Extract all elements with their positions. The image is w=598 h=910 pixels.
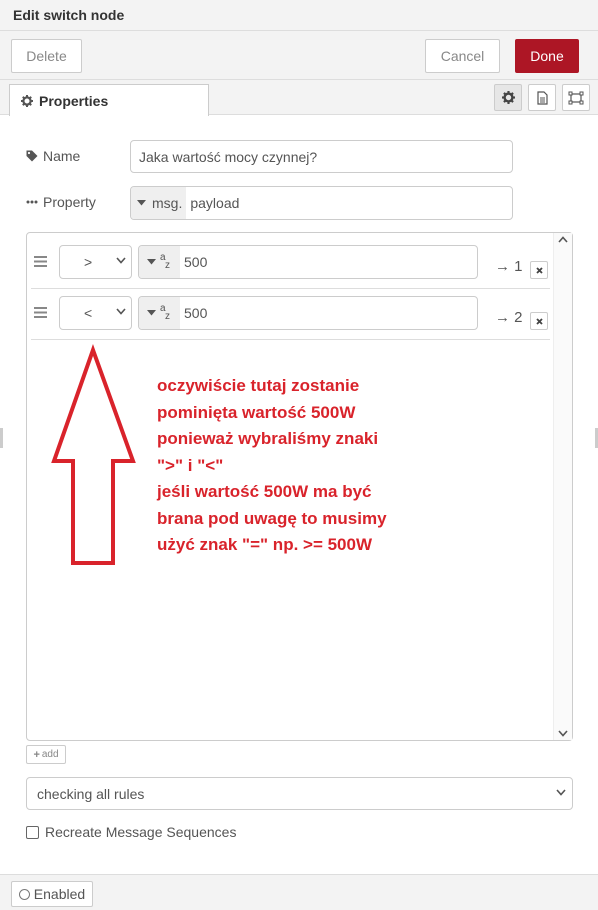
tag-icon (26, 150, 43, 162)
resize-handle-left[interactable] (0, 428, 3, 448)
remove-rule-button[interactable] (530, 312, 548, 330)
tab-properties[interactable]: Properties (9, 84, 209, 116)
gear-icon (21, 94, 33, 107)
property-type-label: msg. (152, 195, 183, 211)
rules-scrollbar[interactable] (553, 233, 572, 740)
name-field[interactable]: Jaka wartość mocy czynnej? (130, 140, 513, 173)
done-button[interactable]: Done (515, 39, 579, 73)
property-input[interactable]: msg. payload (130, 186, 513, 220)
rule-operator-select[interactable]: < (59, 296, 132, 330)
scroll-up-icon[interactable] (558, 236, 568, 243)
description-icon (536, 90, 548, 105)
enabled-toggle-button[interactable]: Enabled (11, 881, 93, 907)
rule-row: < az 500 → 2 (27, 288, 550, 340)
rule-value-type-select[interactable]: az (139, 246, 180, 278)
string-type-icon: az (160, 252, 170, 271)
property-label-text: Property (43, 194, 96, 210)
tab-properties-label: Properties (39, 92, 109, 109)
rule-mode-select[interactable]: checking all rules (26, 777, 573, 810)
caret-down-icon (147, 259, 156, 265)
chevron-down-icon (556, 789, 566, 796)
drag-handle-icon[interactable] (34, 305, 47, 321)
scroll-down-icon[interactable] (558, 730, 568, 737)
dialog-footer: Enabled (0, 874, 598, 910)
property-label: Property (26, 194, 96, 210)
rule-output-label: → 2 (495, 309, 523, 326)
rule-value[interactable]: 500 (180, 297, 207, 329)
name-label: Name (26, 148, 80, 164)
rule-separator (31, 339, 550, 340)
appearance-icon (568, 91, 584, 105)
annotation-text: oczywiście tutaj zostanie pominięta wart… (157, 376, 387, 554)
recreate-sequences-checkbox[interactable] (26, 825, 39, 839)
tab-settings[interactable] (494, 84, 522, 111)
delete-button[interactable]: Delete (11, 39, 82, 73)
plus-icon: + (33, 748, 40, 761)
property-type-select[interactable]: msg. (131, 187, 187, 219)
recreate-sequences-label: Recreate Message Sequences (45, 824, 237, 840)
remove-icon (535, 317, 543, 325)
add-rule-label: add (41, 749, 59, 760)
chevron-down-icon (116, 257, 126, 264)
recreate-sequences-option[interactable]: Recreate Message Sequences (26, 824, 236, 840)
annotation-arrow-icon (51, 344, 136, 565)
rule-operator: > (84, 254, 93, 270)
rule-operator-select[interactable]: > (59, 245, 132, 279)
rule-value[interactable]: 500 (180, 246, 207, 278)
dialog-title: Edit switch node (13, 7, 125, 23)
remove-icon (535, 266, 543, 274)
tab-description[interactable] (528, 84, 556, 111)
rule-mode-value: checking all rules (37, 785, 145, 802)
dialog-button-bar: Delete Cancel Done (0, 31, 598, 80)
rule-row: > az 500 → 1 (27, 237, 550, 289)
property-value[interactable]: payload (186, 187, 239, 219)
rule-operator: < (84, 305, 93, 321)
string-type-icon: az (160, 303, 170, 322)
remove-rule-button[interactable] (530, 261, 548, 279)
ellipsis-icon (26, 200, 43, 204)
rule-value-input[interactable]: az 500 (138, 296, 478, 330)
gear-icon (501, 91, 515, 104)
dialog-titlebar: Edit switch node (0, 0, 598, 31)
tab-appearance[interactable] (562, 84, 590, 111)
caret-down-icon (147, 310, 156, 316)
rule-value-input[interactable]: az 500 (138, 245, 478, 279)
rule-value-type-select[interactable]: az (139, 297, 180, 329)
add-rule-button[interactable]: + add (26, 745, 66, 764)
rule-output-label: → 1 (495, 258, 523, 275)
circle-icon (18, 888, 30, 900)
caret-down-icon (137, 200, 146, 206)
rules-list[interactable]: > az 500 → 1 < a z 500 → 2 oczywiście tu… (26, 232, 573, 741)
chevron-down-icon (116, 308, 126, 315)
name-label-text: Name (43, 148, 81, 164)
drag-handle-icon[interactable] (34, 254, 47, 270)
tab-bar: Properties (0, 80, 598, 116)
cancel-button[interactable]: Cancel (425, 39, 500, 73)
enabled-label: Enabled (33, 886, 86, 902)
